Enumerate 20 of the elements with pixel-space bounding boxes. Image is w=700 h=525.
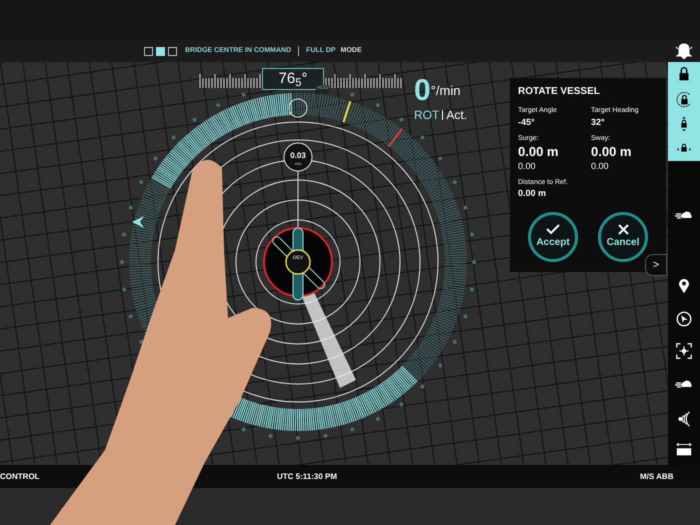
expand-button[interactable]: > <box>645 254 667 276</box>
status-time: UTC 5:11:30 PM <box>277 470 338 482</box>
panel-title: ROTATE VESSEL <box>518 85 601 99</box>
field-value: 32° <box>591 116 606 128</box>
rot-value: 0 <box>414 76 431 106</box>
rot-unit: °/min <box>430 84 460 97</box>
rot-label: ROT <box>414 107 440 124</box>
rot-mode: Act. <box>446 107 468 124</box>
status-left: CONTROL <box>0 470 40 482</box>
speed-value: 0.03 <box>290 151 306 160</box>
field-value: 0.00 m <box>518 144 560 160</box>
field-value: 0.00 m <box>518 188 548 200</box>
cancel-button[interactable]: Cancel <box>598 212 648 262</box>
field-value: 0.00 m <box>591 144 632 160</box>
field-subvalue: 0.00 <box>591 160 610 172</box>
field-value: -45° <box>518 116 536 128</box>
field-subvalue: 0.00 <box>518 160 537 172</box>
heading-value: 76$_{5}$° <box>278 68 308 90</box>
accept-button[interactable]: Accept <box>528 212 578 262</box>
status-vessel: M/S ABB <box>640 470 674 482</box>
